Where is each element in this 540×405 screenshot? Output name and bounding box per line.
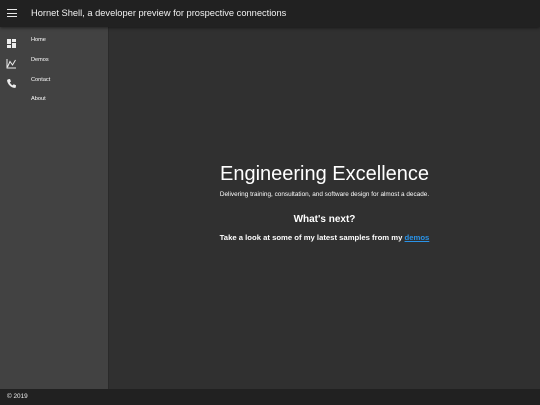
next-heading: What's next? — [293, 214, 356, 225]
app-title: Hornet Shell, a developer preview for pr… — [31, 8, 287, 18]
demos-link[interactable]: demos — [405, 233, 430, 242]
sidebar-item-about[interactable]: About — [0, 91, 108, 109]
next-text: Take a look at some of my latest samples… — [219, 233, 405, 242]
dashboard-icon — [6, 36, 17, 48]
phone-icon — [6, 76, 17, 88]
sidebar-item-label: Home — [31, 37, 46, 43]
footer: © 2019 — [0, 389, 540, 405]
app-root: Hornet Shell, a developer preview for pr… — [0, 0, 540, 405]
top-app-bar: Hornet Shell, a developer preview for pr… — [0, 0, 540, 27]
hamburger-menu-icon[interactable] — [6, 7, 18, 19]
sidebar-item-contact[interactable]: Contact — [0, 72, 108, 90]
chart-icon — [6, 56, 17, 69]
sidebar-nav: Home Demos Contact About — [0, 27, 109, 389]
next-paragraph: Take a look at some of my latest samples… — [109, 233, 540, 243]
sidebar-item-label: Demos — [31, 57, 49, 63]
hero-subtitle: Delivering training, consultation, and s… — [219, 191, 430, 198]
copyright-text: © 2019 — [7, 393, 28, 400]
sidebar-item-demos[interactable]: Demos — [0, 52, 108, 70]
main-content: Engineering Excellence Delivering traini… — [109, 27, 540, 389]
sidebar-item-label: Contact — [31, 77, 51, 83]
sidebar-item-label: About — [31, 96, 46, 102]
sidebar-item-home[interactable]: Home — [0, 32, 108, 50]
hero-title: Engineering Excellence — [219, 163, 430, 185]
